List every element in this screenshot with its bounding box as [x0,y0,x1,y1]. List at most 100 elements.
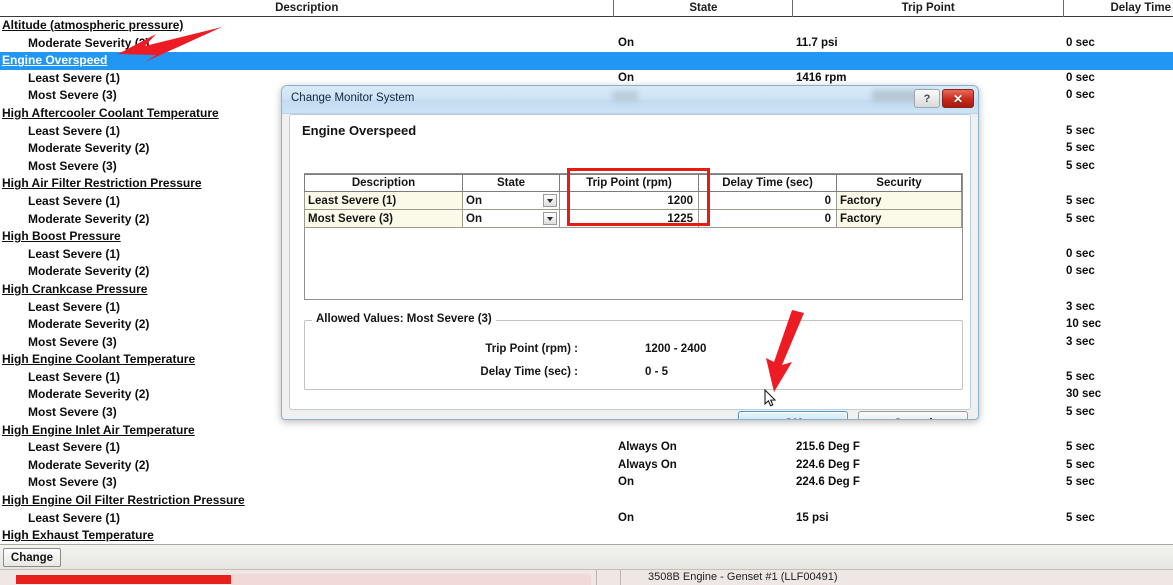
allowed-trip-point-value: 1200 - 2400 [645,343,707,355]
row-delay-time: 5 sec [1066,406,1095,419]
row-state [614,527,792,544]
column-header-description[interactable]: Description [0,0,613,17]
dlg-column-security: Security [836,174,962,192]
table-row[interactable]: Most Severe (3) On 1225 0 Factory [304,209,962,228]
allowed-delay-time-label: Delay Time (sec) : [480,366,578,378]
allowed-values-legend: Allowed Values: Most Severe (3) [312,313,496,325]
app-root: Description State Trip Point Delay Time … [0,0,1173,585]
table-row[interactable]: Moderate Severity (2) Always On 224.6 Deg … [0,457,1173,475]
column-header-trip-point[interactable]: Trip Point [793,0,1063,17]
row-delay-time: 10 sec [1066,318,1102,331]
row-description: High Boost Pressure [2,229,121,244]
row-delay-time: 5 sec [1066,159,1095,172]
dlg-column-description: Description [304,174,463,192]
row-state: Always On [618,441,677,454]
row-delay-time [1064,422,1173,440]
row-description: Moderate Severity (2) [28,35,150,50]
row-trip-point [794,422,1064,440]
row-description: High Engine Oil Filter Restriction Press… [2,493,245,508]
chevron-down-icon[interactable] [543,194,557,207]
dlg-column-state: State [462,174,560,192]
row-description: Moderate Severity (2) [28,141,150,156]
cell-trip-point-input[interactable]: 1225 [559,209,699,228]
row-delay-time: 0 sec [1066,247,1095,260]
table-row[interactable]: Least Severe (1) On 1200 0 Factory [304,191,962,210]
row-description: High Crankcase Pressure [2,281,148,296]
row-delay-time [1064,492,1173,510]
blurred-background-text [612,91,638,102]
help-icon[interactable]: ? [914,89,940,108]
ok-button[interactable]: OK [738,411,848,419]
table-row[interactable]: Moderate Severity (2) On 11.7 psi 0 sec [0,35,1173,53]
table-header-row: Description State Trip Point (rpm) Delay… [304,174,962,192]
grid-group-row[interactable]: High Engine Inlet Air Temperature [0,422,1173,440]
column-header-delay-time[interactable]: Delay Time [1064,0,1173,17]
row-delay-time: 5 sec [1066,511,1095,524]
row-delay-time: 3 sec [1066,335,1095,348]
status-divider [596,570,597,585]
row-description: Moderate Severity (2) [28,211,150,226]
row-description: Most Severe (3) [28,475,117,490]
cancel-button[interactable]: Cancel [858,411,968,419]
change-button[interactable]: Change [3,548,61,567]
row-delay-time: 5 sec [1066,476,1095,489]
grid-group-row[interactable]: High Engine Oil Filter Restriction Press… [0,492,1173,510]
row-delay-time [1064,281,1173,299]
row-delay-time: 5 sec [1066,194,1095,207]
row-delay-time: 0 sec [1066,265,1095,278]
row-delay-time [1064,52,1173,70]
grid-group-row[interactable]: Altitude (atmospheric pressure) [0,17,1173,35]
row-delay-time [1064,17,1173,35]
row-description: Altitude (atmospheric pressure) [2,18,184,32]
row-description: Most Severe (3) [28,88,117,103]
row-description: Least Severe (1) [28,246,121,261]
column-header-state[interactable]: State [614,0,792,17]
table-row[interactable]: Least Severe (1) On 15 psi 5 sec [0,510,1173,528]
cell-state-dropdown[interactable]: On [462,209,560,228]
chevron-down-icon[interactable] [543,212,557,225]
cell-delay-time-input[interactable]: 0 [698,209,837,228]
row-state [614,17,792,35]
allowed-values-group [304,320,963,390]
row-description: Most Severe (3) [28,334,117,349]
bottom-toolbar: Change [0,544,1173,569]
row-description: Least Severe (1) [28,123,121,138]
row-description: Least Severe (1) [28,510,121,525]
row-description: Moderate Severity (2) [28,317,150,332]
row-delay-time: 5 sec [1066,370,1095,383]
cell-delay-time-input[interactable]: 0 [698,191,837,210]
status-engine-label: 3508B Engine - Genset #1 (LLF00491) [648,571,838,583]
row-description: Least Severe (1) [28,70,121,85]
grid-group-row[interactable]: Engine Overspeed [0,52,1173,70]
row-delay-time [1064,175,1173,193]
change-monitor-system-dialog: Change Monitor System ? ✕ Engine Overspe… [281,85,979,420]
close-icon[interactable]: ✕ [942,89,974,108]
row-trip-point: 11.7 psi [796,36,838,49]
row-description: Moderate Severity (2) [28,457,150,472]
row-delay-time: 30 sec [1066,388,1102,401]
monitor-settings-table[interactable]: Description State Trip Point (rpm) Delay… [304,174,962,228]
row-description: Moderate Severity (2) [28,264,150,279]
row-description: Least Severe (1) [28,440,121,455]
row-trip-point [794,52,1064,70]
dialog-titlebar[interactable]: Change Monitor System ? ✕ [282,86,978,114]
row-delay-time [1064,351,1173,369]
row-trip-point [794,527,1064,544]
row-description: Least Severe (1) [28,299,121,314]
grid-group-row[interactable]: High Exhaust Temperature [0,527,1173,544]
table-row[interactable]: Least Severe (1) Always On 215.6 Deg F 5 se… [0,439,1173,457]
cell-state-dropdown[interactable]: On [462,191,560,210]
row-delay-time: 3 sec [1066,300,1095,313]
row-description: High Air Filter Restriction Pressure [2,176,202,191]
cell-security: Factory [836,209,962,228]
row-delay-time [1064,105,1173,123]
dlg-column-trip-point: Trip Point (rpm) [559,174,699,192]
row-description: High Exhaust Temperature [2,528,154,543]
row-trip-point: 15 psi [796,511,829,524]
progress-red-bar [16,575,231,584]
status-divider [620,570,621,585]
state-value: On [466,194,482,207]
table-row[interactable]: Most Severe (3) On 224.6 Deg F 5 sec [0,474,1173,492]
cell-trip-point-input[interactable]: 1200 [559,191,699,210]
cell-security: Factory [836,191,962,210]
